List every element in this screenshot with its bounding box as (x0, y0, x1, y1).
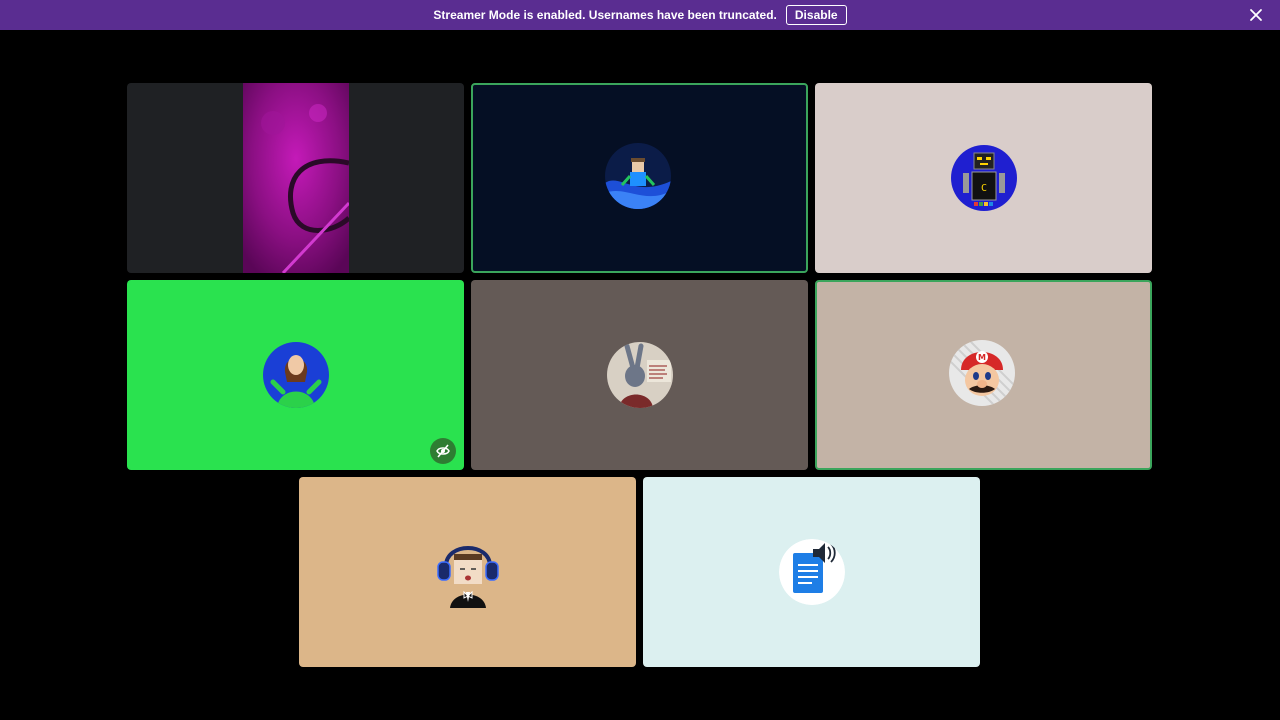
participant-tile-camera[interactable] (127, 83, 464, 273)
camera-video-feed (243, 83, 351, 273)
mario-avatar: M (948, 340, 1015, 406)
participant-tile-woman[interactable] (127, 280, 464, 470)
participant-tile-rabbit[interactable] (471, 280, 808, 470)
participant-tile-robot[interactable]: C (815, 83, 1152, 273)
robot-avatar: C (950, 145, 1017, 211)
astronaut-avatar (604, 143, 671, 209)
streamer-mode-message: Streamer Mode is enabled. Usernames have… (433, 8, 777, 22)
streamer-mode-banner: Streamer Mode is enabled. Usernames have… (0, 0, 1280, 30)
participant-tile-document[interactable] (643, 477, 980, 667)
participant-tile-mario[interactable]: M (815, 280, 1152, 470)
svg-text:C: C (980, 183, 986, 194)
rabbit-avatar (606, 342, 673, 408)
eye-off-icon[interactable] (430, 438, 456, 464)
disable-streamer-mode-button[interactable]: Disable (785, 5, 847, 25)
headphones-avatar (432, 536, 504, 608)
document-speaker-avatar (778, 539, 845, 605)
svg-text:M: M (978, 353, 986, 362)
close-icon[interactable] (1248, 7, 1264, 23)
woman-avatar (262, 342, 329, 408)
participant-tile-astronaut[interactable] (471, 83, 808, 273)
participant-tile-headphones[interactable] (299, 477, 636, 667)
